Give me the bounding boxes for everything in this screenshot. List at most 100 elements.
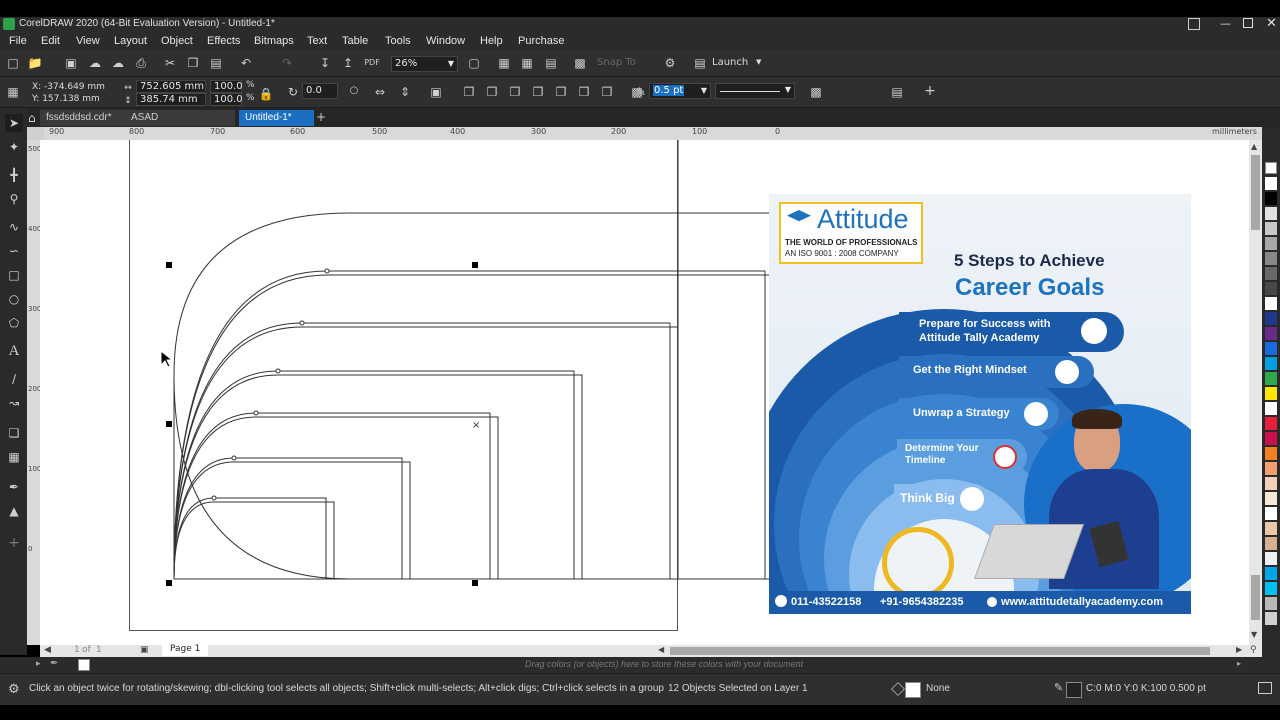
y-position-label[interactable]: Y: 157.138 mm [32, 94, 100, 104]
palette-swatch[interactable] [1265, 342, 1277, 356]
menu-bitmaps[interactable]: Bitmaps [254, 35, 294, 47]
print-icon[interactable]: ⎙ [133, 55, 149, 71]
add-icon[interactable]: + [922, 83, 938, 99]
horizontal-scroll-thumb[interactable] [670, 647, 1210, 655]
status-gear-icon[interactable]: ⚙ [8, 682, 20, 697]
no-fill-swatch[interactable] [905, 682, 921, 698]
palette-swatch[interactable] [1265, 372, 1277, 386]
minimize-button[interactable]: — [1220, 17, 1231, 30]
scroll-thumb[interactable] [1251, 155, 1260, 230]
eyedropper-icon[interactable]: ✒ [50, 658, 58, 669]
menu-purchase[interactable]: Purchase [518, 35, 564, 47]
show-grid-icon[interactable]: ▦ [519, 55, 535, 71]
palette-swatch[interactable] [1265, 177, 1277, 191]
transparency-icon[interactable]: ▦ [5, 448, 23, 466]
palette-swatch[interactable] [1265, 327, 1277, 341]
cut-icon[interactable]: ✂ [162, 55, 178, 71]
palette-swatch[interactable] [1265, 222, 1277, 236]
x-position-label[interactable]: X: -374.649 mm [32, 82, 105, 92]
combine-icon[interactable]: ❐ [461, 84, 477, 100]
zoom-level-field[interactable]: 26% ▼ [391, 56, 458, 72]
export-icon[interactable]: ↥ [340, 55, 356, 71]
menu-object[interactable]: Object [161, 35, 193, 47]
drop-shadow-icon[interactable]: ❏ [5, 424, 23, 442]
palette-swatch[interactable] [1265, 447, 1277, 461]
align-distribute-icon[interactable]: ▤ [889, 84, 905, 100]
vertical-ruler[interactable]: 500 400 300 200 100 0 [27, 140, 41, 645]
weld-icon[interactable]: ❐ [484, 84, 500, 100]
copy-icon[interactable]: ❐ [185, 55, 201, 71]
palette-swatch[interactable] [1265, 387, 1277, 401]
group-icon[interactable]: ▣ [428, 84, 444, 100]
add-tool-icon[interactable]: + [5, 534, 23, 552]
connector-tool-icon[interactable]: ↝ [5, 394, 23, 412]
current-page[interactable]: 1 [74, 645, 80, 655]
snap-toggle-icon[interactable]: ▩ [572, 55, 588, 71]
doc-palette-arrow-icon[interactable]: ▸ [36, 659, 41, 669]
scroll-right-icon[interactable]: ▶ [1236, 645, 1242, 654]
palette-swatch[interactable] [1265, 492, 1277, 506]
menu-tools[interactable]: Tools [385, 35, 411, 47]
new-tab-icon[interactable]: + [316, 110, 326, 124]
mirror-vertical-icon[interactable]: ⇕ [397, 84, 413, 100]
scale-y-field[interactable]: 100.0 [210, 93, 243, 106]
scroll-down-icon[interactable]: ▼ [1251, 630, 1257, 639]
palette-swatch[interactable] [1265, 252, 1277, 266]
paste-icon[interactable]: ▤ [208, 55, 224, 71]
rotate-icon[interactable]: ↻ [285, 84, 301, 100]
cloud-download-icon[interactable]: ☁ [110, 55, 126, 71]
artistic-media-icon[interactable]: ∽ [5, 242, 23, 260]
launch-dropdown[interactable]: Launch [712, 57, 748, 68]
palette-swatch[interactable] [1265, 432, 1277, 446]
selection-handle[interactable] [166, 262, 172, 268]
scroll-left-icon[interactable]: ◀ [658, 645, 664, 654]
outline-pen-icon[interactable]: ✎ [1054, 681, 1063, 694]
menu-text[interactable]: Text [307, 35, 327, 47]
scroll-up-icon[interactable]: ▲ [1251, 142, 1257, 151]
object-origin-icon[interactable]: ▦ [5, 84, 21, 100]
outline-pen-icon[interactable]: ✎ [633, 84, 649, 100]
palette-swatch[interactable] [1265, 297, 1277, 311]
palette-swatch[interactable] [1265, 522, 1277, 536]
freehand-tool-icon[interactable]: ∿ [5, 218, 23, 236]
palette-swatch[interactable] [1265, 192, 1277, 206]
pdf-export-icon[interactable]: PDF [364, 55, 380, 71]
outline-color-swatch[interactable] [1066, 682, 1082, 698]
wrap-text-icon[interactable]: ▩ [808, 84, 824, 100]
line-style-field[interactable]: ▼ [715, 83, 795, 99]
palette-swatch[interactable] [1265, 552, 1277, 566]
page-1-tab[interactable]: Page 1 [162, 644, 209, 656]
simplify-icon[interactable]: ❐ [553, 84, 569, 100]
palette-swatch[interactable] [1265, 312, 1277, 326]
palette-swatch[interactable] [1265, 237, 1277, 251]
import-icon[interactable]: ↧ [317, 55, 333, 71]
launch-icon[interactable]: ▤ [692, 55, 708, 71]
palette-swatch[interactable] [1265, 477, 1277, 491]
rotation-field[interactable]: 0.0 [302, 83, 338, 99]
selection-handle[interactable] [166, 421, 172, 427]
scale-x-field[interactable]: 100.0 [210, 80, 243, 93]
pick-tool-icon[interactable]: ➤ [5, 114, 23, 132]
add-page-icon[interactable]: ▣ [140, 645, 149, 655]
palette-swatch[interactable] [1265, 462, 1277, 476]
tab-fssdsddsd[interactable]: fssdsddsd.cdr* [40, 110, 126, 126]
show-guidelines-icon[interactable]: ▤ [543, 55, 559, 71]
selection-handle[interactable] [472, 580, 478, 586]
options-gear-icon[interactable]: ⚙ [662, 55, 678, 71]
outline-width-field[interactable]: 0.5 pt ▼ [649, 83, 711, 99]
restore-button[interactable] [1243, 18, 1253, 28]
color-proof-icon[interactable] [1258, 682, 1272, 694]
zoom-corner-icon[interactable]: ⚲ [1250, 645, 1257, 655]
palette-swatch[interactable] [1265, 357, 1277, 371]
tab-untitled-1[interactable]: Untitled-1* [239, 110, 314, 126]
menu-effects[interactable]: Effects [207, 35, 240, 47]
menu-layout[interactable]: Layout [114, 35, 147, 47]
rectangle-tool-icon[interactable]: □ [5, 266, 23, 284]
eyedropper-icon[interactable]: ✒ [5, 478, 23, 496]
menu-view[interactable]: View [76, 35, 100, 47]
palette-swatch[interactable] [1265, 567, 1277, 581]
front-minus-back-icon[interactable]: ❐ [576, 84, 592, 100]
palette-swatch[interactable] [1265, 582, 1277, 596]
text-tool-icon[interactable]: A [5, 342, 23, 360]
save-icon[interactable]: ▣ [63, 55, 79, 71]
